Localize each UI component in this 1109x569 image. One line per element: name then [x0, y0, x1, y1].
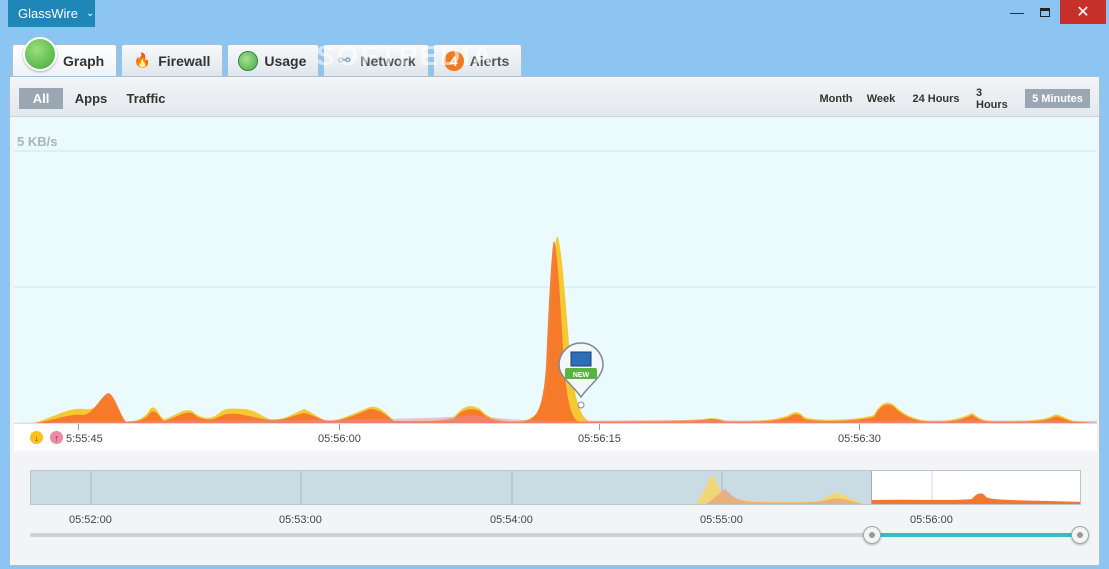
time-axis: ↓ ↑ 5:55:45 05:56:00 05:56:15 05:56:30	[14, 423, 1097, 451]
overview-tick-label: 05:54:00	[490, 514, 533, 526]
overview-tick-label: 05:55:00	[700, 514, 743, 526]
range-week[interactable]: Week	[862, 89, 900, 108]
overview-timeline[interactable]	[30, 470, 1081, 505]
y-axis-label: 5 KB/s	[17, 134, 58, 149]
overview-tick-label: 05:53:00	[279, 514, 322, 526]
traffic-graph-svg: NEW	[14, 150, 1097, 423]
time-tick-label: 05:56:15	[578, 433, 621, 445]
tab-label: Network	[360, 52, 416, 69]
overview-tick-label: 05:52:00	[69, 514, 112, 526]
traffic-graph[interactable]: NEW 5 KB/s	[14, 117, 1097, 423]
time-tick	[859, 424, 860, 430]
maximize-button[interactable]	[1032, 0, 1058, 24]
tab-label: Graph	[63, 53, 105, 69]
filter-all[interactable]: All	[19, 88, 63, 109]
overview-selection[interactable]	[871, 471, 1080, 504]
alert-icon: 4	[443, 50, 464, 71]
time-tick	[339, 424, 340, 430]
time-tick-label: 05:56:30	[838, 433, 881, 445]
fire-icon: 🔥	[133, 52, 151, 68]
tab-usage[interactable]: Usage	[227, 44, 320, 76]
graph-panel: All Apps Traffic Month Week 24 Hours 3 H…	[9, 76, 1100, 566]
range-24-hours[interactable]: 24 Hours	[907, 89, 965, 108]
main-tabs: Graph 🔥 Firewall Usage ⚯ Network 4 Alert…	[12, 37, 523, 77]
close-icon: ✕	[1076, 4, 1090, 21]
usage-icon	[238, 50, 259, 71]
tab-firewall[interactable]: 🔥 Firewall	[121, 44, 224, 76]
tab-network[interactable]: ⚯ Network	[323, 44, 429, 76]
range-3-hours[interactable]: 3 Hours	[971, 87, 1021, 111]
time-tick	[78, 424, 79, 430]
range-month[interactable]: Month	[814, 89, 858, 108]
app-menu-button[interactable]: GlassWire ⌄	[8, 0, 95, 27]
tab-label: Usage	[264, 52, 307, 69]
range-slider-start-handle[interactable]	[863, 526, 881, 544]
range-slider-end-handle[interactable]	[1071, 526, 1089, 544]
filter-apps[interactable]: Apps	[69, 88, 113, 109]
toolbar: All Apps Traffic Month Week 24 Hours 3 H…	[10, 77, 1099, 117]
network-icon: ⚯	[338, 52, 351, 68]
time-tick-label: 05:56:00	[318, 433, 361, 445]
graph-icon	[23, 37, 57, 71]
app-title: GlassWire	[18, 6, 78, 21]
minimize-icon: —	[1010, 4, 1024, 20]
tab-label: Firewall	[158, 52, 211, 69]
overview-selection-traffic	[872, 493, 1080, 504]
range-slider-fill	[872, 533, 1081, 537]
close-button[interactable]: ✕	[1060, 0, 1106, 24]
new-badge: NEW	[573, 372, 590, 379]
outgoing-legend-icon: ↑	[50, 431, 63, 444]
range-5-minutes[interactable]: 5 Minutes	[1025, 89, 1090, 108]
overview-tick-label: 05:56:00	[910, 514, 953, 526]
tab-alerts[interactable]: 4 Alerts	[432, 44, 523, 76]
incoming-legend-icon: ↓	[30, 431, 43, 444]
chevron-down-icon: ⌄	[85, 8, 95, 19]
maximize-icon	[1040, 7, 1050, 17]
overview-selection-svg	[872, 471, 1080, 504]
filter-traffic[interactable]: Traffic	[120, 88, 172, 109]
tab-graph[interactable]: Graph	[12, 37, 118, 77]
tab-label: Alerts	[469, 52, 510, 69]
time-tick-label: 5:55:45	[66, 433, 103, 445]
minimize-button[interactable]: —	[1004, 0, 1030, 24]
time-tick	[599, 424, 600, 430]
